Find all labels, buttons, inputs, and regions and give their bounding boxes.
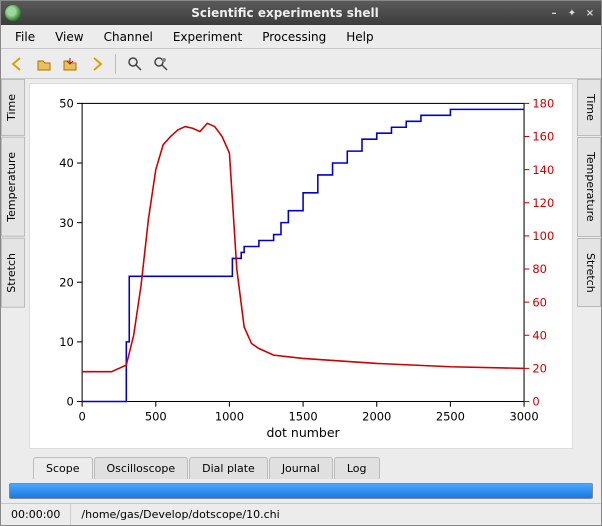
progress-bar [9, 483, 593, 499]
status-path: /home/gas/Develop/dotscope/10.chi [71, 504, 601, 525]
left-tab-time[interactable]: Time [1, 79, 25, 136]
bottom-tabs: Scope Oscilloscope Dial plate Journal Lo… [25, 453, 577, 479]
app-icon [5, 5, 21, 21]
svg-text:100: 100 [532, 229, 554, 243]
right-tab-time[interactable]: Time [577, 79, 601, 136]
left-tab-stretch[interactable]: Stretch [1, 238, 25, 308]
back-icon[interactable] [7, 53, 29, 75]
svg-text:3000: 3000 [509, 409, 538, 423]
menu-processing[interactable]: Processing [252, 27, 336, 47]
svg-text:50: 50 [59, 97, 74, 111]
svg-text:2500: 2500 [436, 409, 465, 423]
center-panel: 050010001500200025003000dot number010203… [25, 79, 577, 479]
svg-text:0: 0 [78, 409, 85, 423]
svg-text:1000: 1000 [215, 409, 244, 423]
window-title: Scientific experiments shell [27, 6, 543, 20]
svg-text:40: 40 [532, 328, 547, 342]
svg-text:0: 0 [532, 395, 539, 409]
menu-help[interactable]: Help [336, 27, 383, 47]
right-tab-stretch[interactable]: Stretch [577, 238, 601, 308]
svg-text:120: 120 [532, 196, 554, 210]
menu-channel[interactable]: Channel [94, 27, 163, 47]
tab-scope[interactable]: Scope [33, 457, 93, 479]
right-side-tabs: Time Temperature Stretch [577, 79, 601, 479]
left-side-tabs: Time Temperature Stretch [1, 79, 25, 479]
svg-text:dot number: dot number [266, 425, 340, 440]
menu-file[interactable]: File [5, 27, 45, 47]
settings-icon[interactable] [150, 53, 172, 75]
svg-text:140: 140 [532, 163, 554, 177]
maximize-button[interactable]: ✦ [565, 6, 579, 20]
tab-dial-plate[interactable]: Dial plate [189, 457, 268, 479]
menu-experiment[interactable]: Experiment [163, 27, 252, 47]
right-tab-temperature[interactable]: Temperature [577, 137, 601, 237]
svg-text:60: 60 [532, 295, 547, 309]
svg-text:10: 10 [59, 335, 74, 349]
svg-text:30: 30 [59, 216, 74, 230]
zoom-icon[interactable] [124, 53, 146, 75]
menubar: File View Channel Experiment Processing … [1, 25, 601, 49]
import-icon[interactable] [59, 53, 81, 75]
progress-row [1, 479, 601, 503]
left-tab-temperature[interactable]: Temperature [1, 137, 25, 237]
forward-icon[interactable] [85, 53, 107, 75]
toolbar-separator [115, 54, 116, 74]
tab-journal[interactable]: Journal [269, 457, 333, 479]
close-button[interactable]: × [583, 6, 597, 20]
svg-text:20: 20 [59, 275, 74, 289]
svg-text:80: 80 [532, 262, 547, 276]
svg-text:0: 0 [66, 395, 73, 409]
svg-text:2000: 2000 [362, 409, 391, 423]
content-area: Time Temperature Stretch 050010001500200… [1, 79, 601, 479]
minimize-button[interactable]: – [547, 6, 561, 20]
app-window: Scientific experiments shell – ✦ × File … [0, 0, 602, 526]
toolbar [1, 49, 601, 79]
svg-text:40: 40 [59, 156, 74, 170]
svg-text:160: 160 [532, 130, 554, 144]
svg-text:180: 180 [532, 97, 554, 111]
chart-svg: 050010001500200025003000dot number010203… [30, 84, 572, 448]
status-time: 00:00:00 [1, 504, 71, 525]
titlebar: Scientific experiments shell – ✦ × [1, 1, 601, 25]
tab-oscilloscope[interactable]: Oscilloscope [94, 457, 189, 479]
open-icon[interactable] [33, 53, 55, 75]
tab-log[interactable]: Log [334, 457, 380, 479]
plot-area[interactable]: 050010001500200025003000dot number010203… [29, 83, 573, 449]
svg-text:20: 20 [532, 362, 547, 376]
svg-text:1500: 1500 [289, 409, 318, 423]
statusbar: 00:00:00 /home/gas/Develop/dotscope/10.c… [1, 503, 601, 525]
menu-view[interactable]: View [45, 27, 93, 47]
svg-text:500: 500 [145, 409, 167, 423]
